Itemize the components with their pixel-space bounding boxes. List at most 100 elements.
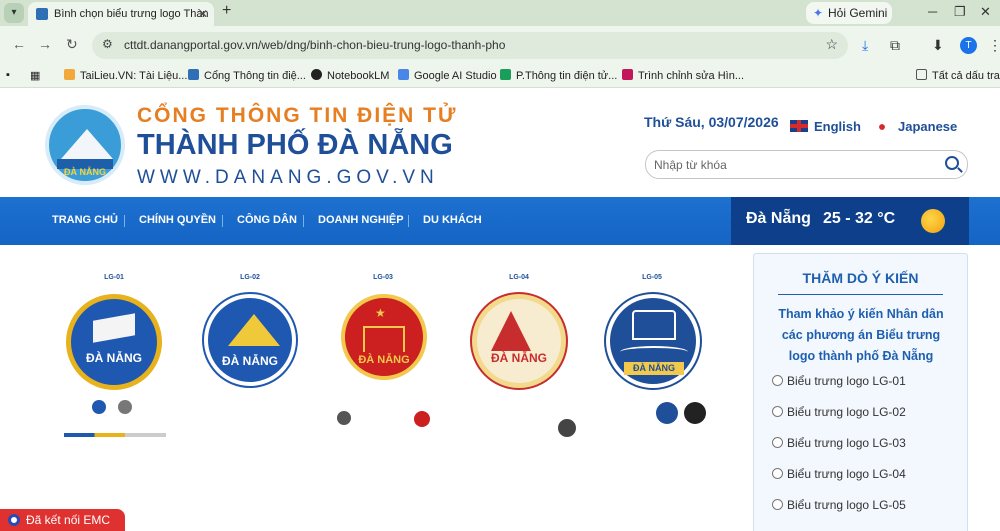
nav-doanh-nghiep[interactable]: DOANH NGHIỆP [318, 214, 404, 226]
apps-grid-icon[interactable]: ▪ [6, 69, 10, 81]
logo-lg05[interactable]: ĐÀ NẴNG [606, 294, 700, 388]
nav-chinh-quyen[interactable]: CHÍNH QUYỀN [139, 214, 216, 226]
radio-button[interactable] [772, 375, 783, 386]
portal-website[interactable]: WWW.DANANG.GOV.VN [137, 167, 439, 189]
gate-shape [363, 326, 405, 352]
search-input[interactable] [654, 156, 934, 174]
bookmark-tailieu[interactable]: TaiLieu.VN: Tài Liệu... [64, 69, 187, 82]
poll-option-lg03[interactable]: Biểu trưng logo LG-03 [772, 436, 906, 450]
lg05-variant-black [684, 402, 706, 424]
bookmark-google-ai-studio[interactable]: Google AI Studio [398, 69, 497, 82]
browser-menu-icon[interactable]: ⋮ [988, 37, 1000, 54]
nav-du-khach[interactable]: DU KHÁCH [423, 214, 482, 226]
mountain-shape [228, 314, 280, 346]
web-page: ĐÀ NẴNG CỔNG THÔNG TIN ĐIỆN TỬ THÀNH PHỐ… [0, 89, 1000, 531]
danang-portal-logo[interactable]: ĐÀ NẴNG [45, 105, 125, 185]
downloads-icon[interactable]: ⬇ [932, 37, 944, 54]
p-icon [500, 69, 511, 80]
logo-lg02[interactable]: ĐÀ NẴNG [204, 294, 296, 386]
logo-lg04[interactable]: ĐÀ NẴNG [472, 294, 566, 388]
poll-option-lg05[interactable]: Biểu trưng logo LG-05 [772, 498, 906, 512]
site-info-icon[interactable]: ⚙ [102, 37, 113, 51]
nav-divider [408, 215, 409, 227]
bookmark-label: TaiLieu.VN: Tài Liệu... [80, 70, 188, 82]
tab-search-button[interactable]: ▾ [4, 3, 24, 23]
lg03-variant-red [414, 411, 430, 427]
logo-code-lg02: LG-02 [240, 274, 260, 281]
nav-divider [222, 215, 223, 227]
weather-city: Đà Nẵng [746, 210, 811, 227]
current-date: Thứ Sáu, 03/07/2026 [644, 114, 779, 130]
gemini-label: Hỏi Gemini [828, 6, 888, 20]
logo-mountain-shape [61, 129, 113, 159]
back-arrow-icon[interactable]: ← [12, 36, 26, 52]
minimize-icon[interactable]: ─ [928, 4, 937, 19]
logo-lg02-name: ĐÀ NẴNG [222, 354, 278, 368]
emc-icon [8, 514, 20, 526]
maximize-icon[interactable]: ❐ [954, 4, 966, 20]
logo-lg03-name: ĐÀ NẴNG [358, 354, 410, 366]
weather-temperature: 25 - 32 °C [823, 210, 896, 227]
radio-button[interactable] [772, 437, 783, 448]
ask-gemini-button[interactable]: ✦ Hỏi Gemini [806, 2, 892, 24]
star-icon: ★ [375, 306, 386, 320]
english-language-link[interactable]: English [790, 119, 861, 134]
radio-button[interactable] [772, 406, 783, 417]
poll-option-lg02[interactable]: Biểu trưng logo LG-02 [772, 405, 906, 419]
bridge-shape [620, 346, 688, 358]
photo-editor-icon [622, 69, 633, 80]
nav-trang-chu[interactable]: TRANG CHỦ [52, 214, 118, 226]
close-window-icon[interactable]: ✕ [980, 4, 991, 20]
radio-button[interactable] [772, 468, 783, 479]
mountain-shape [491, 311, 531, 351]
logo-code-lg05: LG-05 [642, 274, 662, 281]
bookmark-label: NotebookLM [327, 70, 390, 82]
address-bar[interactable]: ⚙ cttdt.danangportal.gov.vn/web/dng/binh… [92, 32, 848, 59]
folder-icon [916, 69, 927, 80]
profile-avatar[interactable]: T [960, 37, 977, 54]
site-favicon-icon [36, 8, 48, 20]
radio-button[interactable] [772, 499, 783, 510]
tab-close-icon[interactable]: ✕ [198, 2, 208, 26]
new-tab-button[interactable]: + [222, 2, 231, 20]
lg01-variant-color [92, 400, 106, 414]
main-nav-bar: TRANG CHỦ CHÍNH QUYỀN CÔNG DÂN DOANH NGH… [0, 197, 1000, 245]
extensions-icon[interactable]: ⧉ [890, 37, 900, 54]
logo-code-lg01: LG-01 [104, 274, 124, 281]
japanese-language-link[interactable]: Japanese [876, 119, 957, 134]
url-text: cttdt.danangportal.gov.vn/web/dng/binh-c… [124, 38, 506, 52]
bookmark-p-thong-tin[interactable]: P.Thông tin điện tử... [500, 69, 617, 82]
all-bookmarks-folder[interactable]: Tất cả dấu trang [916, 69, 1000, 82]
tab-groups-icon[interactable]: ▦ [30, 69, 40, 82]
search-icon[interactable] [945, 156, 959, 170]
logo-caption: ĐÀ NẴNG [64, 167, 106, 177]
logo-lg01[interactable]: ĐÀ NẴNG [66, 294, 162, 390]
nav-divider [124, 215, 125, 227]
poll-option-label: Biểu trưng logo LG-04 [787, 467, 906, 481]
lg01-color-palette [64, 433, 166, 437]
logo-lg05-name: ĐÀ NẴNG [624, 362, 684, 375]
logo-lg01-name: ĐÀ NẴNG [86, 351, 142, 365]
bookmark-label: Cổng Thông tin điệ... [204, 70, 306, 82]
gemini-spark-icon: ✦ [813, 6, 824, 20]
poll-option-lg04[interactable]: Biểu trưng logo LG-04 [772, 467, 906, 481]
portal-title-line2: THÀNH PHỐ ĐÀ NẴNG [137, 129, 453, 161]
bookmark-star-icon[interactable]: ☆ [825, 36, 838, 53]
browser-tab-active[interactable]: Bình chọn biểu trưng logo Thàn ✕ [28, 2, 214, 26]
bookmark-trinh-chinh-sua[interactable]: Trình chỉnh sửa Hìn... [622, 69, 744, 82]
nav-divider [303, 215, 304, 227]
site-search-box[interactable] [645, 150, 968, 179]
logo-code-lg03: LG-03 [373, 274, 393, 281]
tailieu-icon [64, 69, 75, 80]
logo-lg03[interactable]: ★ ĐÀ NẴNG [341, 294, 427, 380]
emc-connection-badge[interactable]: Đã kết nối EMC [0, 509, 125, 531]
bookmark-cong-thong-tin[interactable]: Cổng Thông tin điệ... [188, 69, 306, 82]
reload-icon[interactable]: ↻ [66, 36, 78, 53]
bookmark-notebooklm[interactable]: NotebookLM [311, 69, 389, 82]
forward-arrow-icon[interactable]: → [38, 36, 52, 52]
lg05-variant-blue [656, 402, 678, 424]
portal-title-line1: CỔNG THÔNG TIN ĐIỆN TỬ [137, 104, 458, 127]
download-status-icon[interactable]: ⤓ [862, 37, 868, 54]
nav-cong-dan[interactable]: CÔNG DÂN [237, 214, 297, 226]
poll-option-lg01[interactable]: Biểu trưng logo LG-01 [772, 374, 906, 388]
